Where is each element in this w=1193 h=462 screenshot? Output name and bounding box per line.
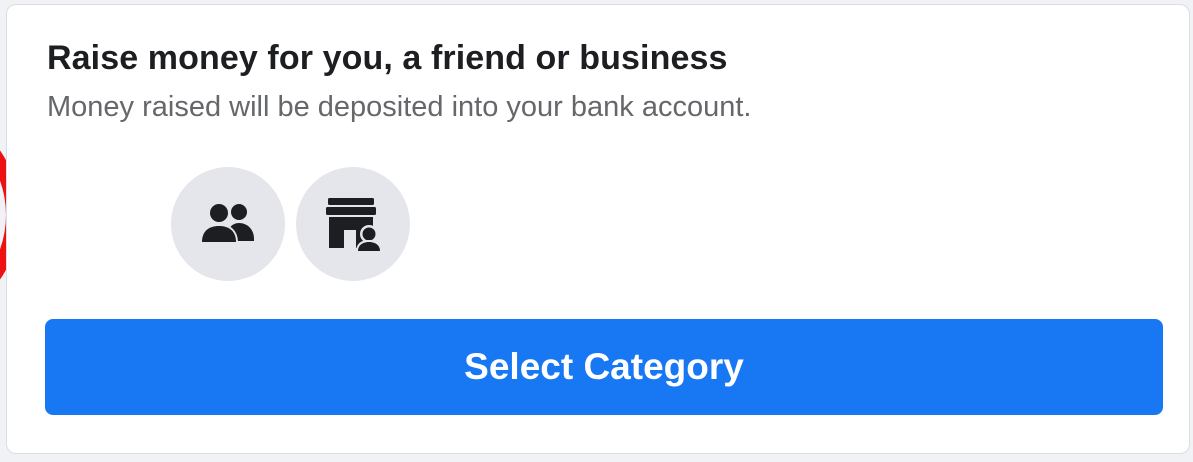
stage: Raise money for you, a friend or busines… [0, 0, 1193, 462]
select-category-button[interactable]: Select Category [45, 319, 1163, 415]
business-option-button[interactable] [296, 167, 410, 281]
people-option-button[interactable] [171, 167, 285, 281]
card-subtitle: Money raised will be deposited into your… [47, 91, 752, 123]
storefront-icon [326, 198, 382, 252]
people-icon [200, 202, 254, 243]
fundraiser-card: Raise money for you, a friend or busines… [6, 4, 1190, 454]
card-title: Raise money for you, a friend or busines… [47, 39, 728, 77]
